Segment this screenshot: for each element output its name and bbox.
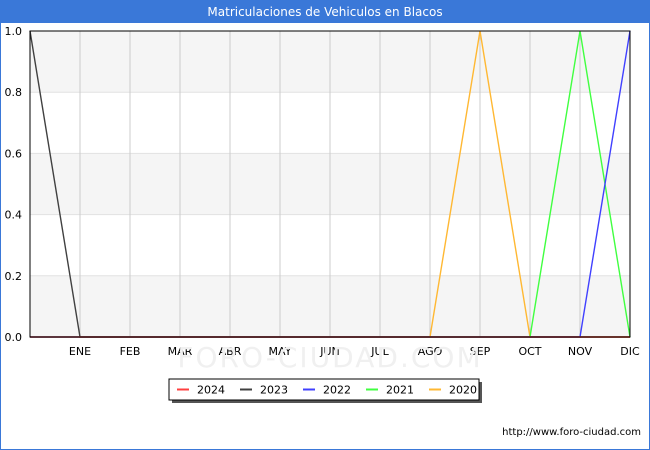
legend-label: 2021 [386, 384, 414, 397]
x-tick-label: FEB [120, 345, 141, 358]
y-tick-label: 0.2 [5, 270, 23, 283]
y-tick-label: 0.6 [5, 147, 23, 160]
legend-label: 2020 [449, 384, 477, 397]
line-chart: 0.00.20.40.60.81.0ENE FEB MAR ABR MAY JUN JUL A… [5, 25, 640, 403]
y-tick-label: 0.8 [5, 86, 23, 99]
x-tick-label: ENE [69, 345, 91, 358]
y-tick-label: 0.0 [5, 331, 23, 344]
y-tick-label: 1.0 [5, 25, 23, 38]
x-tick-label: NOV [568, 345, 593, 358]
x-tick-label: OCT [518, 345, 541, 358]
watermark: FORO-CIUDAD.COM [177, 341, 482, 374]
legend-label: 2023 [260, 384, 288, 397]
footer-url: http://www.foro-ciudad.com [502, 427, 641, 438]
legend-label: 2024 [197, 384, 225, 397]
legend-label: 2022 [323, 384, 351, 397]
y-tick-label: 0.4 [5, 209, 23, 222]
x-tick-label: DIC [620, 345, 640, 358]
